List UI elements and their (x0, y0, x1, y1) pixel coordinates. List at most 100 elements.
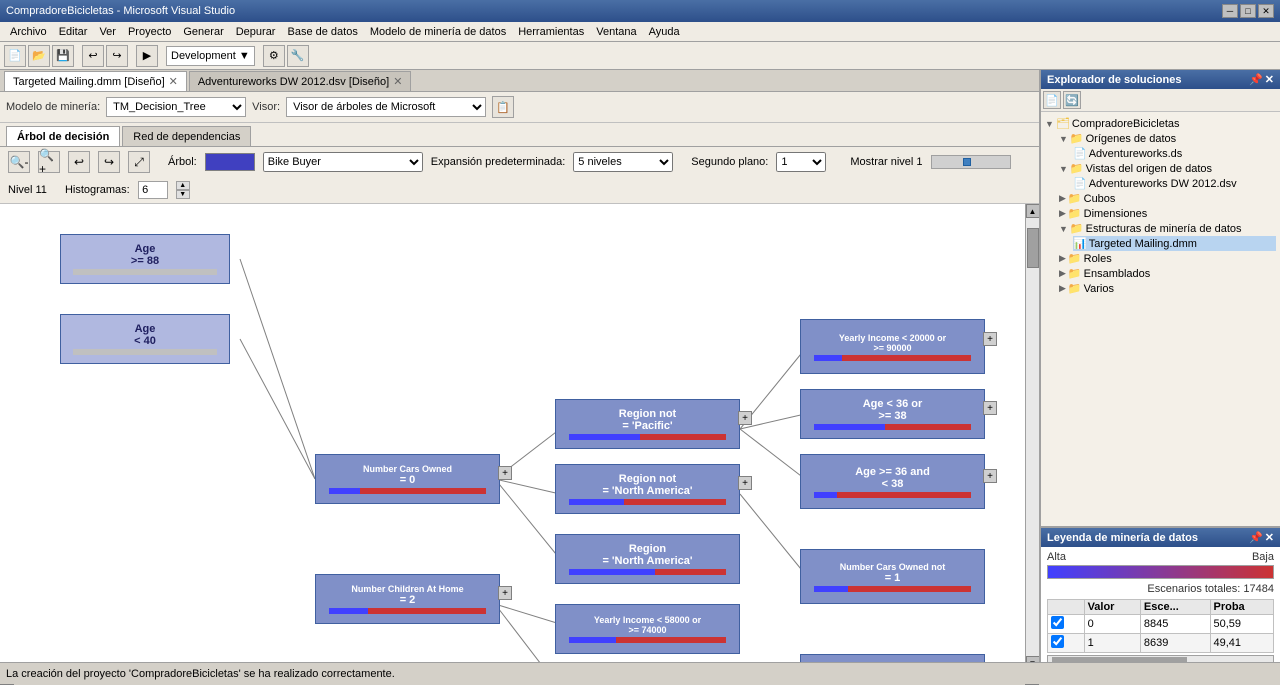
redo-button[interactable]: ↪ (106, 45, 128, 67)
se-cubos[interactable]: ▶ 📁 Cubos (1059, 191, 1276, 206)
se-root[interactable]: ▼ 🗂 CompradoreBicicletas (1045, 116, 1276, 131)
se-adventureworks-dsv[interactable]: 📄 Adventureworks DW 2012.dsv (1073, 176, 1276, 191)
right-panel: Explorador de soluciones 📌 ✕ 📄 🔄 ▼ 🗂 Com… (1040, 70, 1280, 684)
node-age-88[interactable]: Age >= 88 (60, 234, 230, 284)
se-vistas[interactable]: ▼ 📁 Vistas del origen de datos (1059, 161, 1276, 176)
tab-close-adventureworks[interactable]: ✕ (393, 75, 402, 88)
se-ensamblados[interactable]: ▶ 📁 Ensamblados (1059, 266, 1276, 281)
se-header: Explorador de soluciones 📌 ✕ (1041, 70, 1280, 89)
tb-btn1[interactable]: ⚙ (263, 45, 285, 67)
node-yearly-income-top[interactable]: Yearly Income < 20000 or >= 90000 (800, 319, 985, 374)
menu-modelo-mineria[interactable]: Modelo de minería de datos (364, 24, 512, 40)
menu-depurar[interactable]: Depurar (230, 24, 282, 40)
menu-ayuda[interactable]: Ayuda (643, 24, 686, 40)
config-dropdown[interactable]: Development ▼ (166, 46, 255, 66)
scroll-thumb[interactable] (1027, 228, 1039, 268)
undo-button[interactable]: ↩ (82, 45, 104, 67)
legend-close-button[interactable]: ✕ (1265, 531, 1274, 544)
scroll-up-arrow[interactable]: ▲ (1026, 204, 1040, 218)
menu-proyecto[interactable]: Proyecto (122, 24, 177, 40)
close-button[interactable]: ✕ (1258, 4, 1274, 18)
expand-num-children[interactable]: + (498, 586, 512, 600)
subtab-red[interactable]: Red de dependencias (122, 126, 251, 146)
expand-region-north[interactable]: + (738, 476, 752, 490)
tb-btn2[interactable]: 🔧 (287, 45, 309, 67)
se-targeted-mailing[interactable]: 📊 Targeted Mailing.dmm (1073, 236, 1276, 251)
node-region-not-pacific[interactable]: Region not = 'Pacific' (555, 399, 740, 449)
model-toolbar: Modelo de minería: TM_Decision_Tree Viso… (0, 92, 1039, 123)
legend-gradient-bar (1047, 565, 1274, 579)
model-select[interactable]: TM_Decision_Tree (106, 97, 246, 117)
expand-region-pacific[interactable]: + (738, 411, 752, 425)
minimize-button[interactable]: ─ (1222, 4, 1238, 18)
zoom-out-button[interactable]: 🔍- (8, 151, 30, 173)
scroll-track[interactable] (1026, 218, 1039, 656)
legend-pin-button[interactable]: 📌 (1249, 531, 1263, 544)
se-tb-btn1[interactable]: 📄 (1043, 91, 1061, 109)
expand-num-cars-0[interactable]: + (498, 466, 512, 480)
node-yearly-income-58000[interactable]: Yearly Income < 58000 or >= 74000 (555, 604, 740, 654)
node-age-40[interactable]: Age < 40 (60, 314, 230, 364)
solution-explorer: Explorador de soluciones 📌 ✕ 📄 🔄 ▼ 🗂 Com… (1041, 70, 1280, 527)
menu-herramientas[interactable]: Herramientas (512, 24, 590, 40)
nav-fwd[interactable]: ↪ (98, 151, 120, 173)
menu-ventana[interactable]: Ventana (590, 24, 642, 40)
open-button[interactable]: 📂 (28, 45, 50, 67)
show-level-label: Mostrar nivel 1 (850, 156, 922, 168)
se-pin-button[interactable]: 📌 (1249, 73, 1263, 86)
expand-age-36-and[interactable]: + (983, 469, 997, 483)
vertical-scrollbar[interactable]: ▲ ▼ (1025, 204, 1039, 670)
tree-name-select[interactable]: Bike Buyer (263, 152, 423, 172)
menu-generar[interactable]: Generar (177, 24, 229, 40)
save-button[interactable]: 💾 (52, 45, 74, 67)
expansion-select[interactable]: 5 niveles (573, 152, 673, 172)
tab-targeted-mailing[interactable]: Targeted Mailing.dmm [Diseño] ✕ (4, 71, 187, 91)
debug-start[interactable]: ▶ (136, 45, 158, 67)
node-num-cars-owned-0[interactable]: Number Cars Owned = 0 (315, 454, 500, 504)
copy-button[interactable]: 📋 (492, 96, 514, 118)
fit-screen[interactable]: ⤢ (128, 151, 150, 173)
tree-color-box (205, 153, 255, 171)
node-region-not-north-america[interactable]: Region not = 'North America' (555, 464, 740, 514)
zoom-in-button[interactable]: 🔍+ (38, 151, 60, 173)
node-num-children-home-2[interactable]: Number Children At Home = 2 (315, 574, 500, 624)
tab-close-targeted[interactable]: ✕ (169, 75, 178, 88)
hist-stepper[interactable]: ▲ ▼ (176, 181, 190, 199)
legend-check-1[interactable] (1051, 635, 1064, 648)
se-varios[interactable]: ▶ 📁 Varios (1059, 281, 1276, 296)
status-message: La creación del proyecto 'CompradoreBici… (6, 668, 395, 680)
menu-archivo[interactable]: Archivo (4, 24, 53, 40)
se-toolbar: 📄 🔄 (1041, 89, 1280, 112)
menu-ver[interactable]: Ver (93, 24, 122, 40)
legend-row-1: 1 8639 49,41 (1048, 634, 1274, 653)
maximize-button[interactable]: □ (1240, 4, 1256, 18)
se-adventureworks-ds[interactable]: 📄 Adventureworks.ds (1073, 146, 1276, 161)
histogram-input[interactable] (138, 181, 168, 199)
subtab-arbol[interactable]: Árbol de decisión (6, 126, 120, 146)
expand-age-36-38[interactable]: + (983, 401, 997, 415)
se-roles[interactable]: ▶ 📁 Roles (1059, 251, 1276, 266)
node-age-36-and-38[interactable]: Age >= 36 and < 38 (800, 454, 985, 509)
node-num-cars-not-1[interactable]: Number Cars Owned not = 1 (800, 549, 985, 604)
legend-check-0[interactable] (1051, 616, 1064, 629)
node-region-eq-north-america[interactable]: Region = 'North America' (555, 534, 740, 584)
nav-back[interactable]: ↩ (68, 151, 90, 173)
document-tabbar: Targeted Mailing.dmm [Diseño] ✕ Adventur… (0, 70, 1039, 92)
viewer-select[interactable]: Visor de árboles de Microsoft (286, 97, 486, 117)
se-close-button[interactable]: ✕ (1265, 73, 1274, 86)
node-age-36-38[interactable]: Age < 36 or >= 38 (800, 389, 985, 439)
menu-editar[interactable]: Editar (53, 24, 94, 40)
se-tb-btn2[interactable]: 🔄 (1063, 91, 1081, 109)
bg-select[interactable]: 1 (776, 152, 826, 172)
legend-baja-label: Baja (1252, 551, 1274, 563)
level-slider[interactable] (931, 155, 1011, 169)
se-dimensiones[interactable]: ▶ 📁 Dimensiones (1059, 206, 1276, 221)
legend-header: Leyenda de minería de datos 📌 ✕ (1041, 528, 1280, 547)
tree-canvas[interactable]: Age >= 88 Age < 40 (0, 204, 1025, 670)
menu-base-datos[interactable]: Base de datos (281, 24, 363, 40)
se-origenes[interactable]: ▼ 📁 Orígenes de datos (1059, 131, 1276, 146)
expand-yearly-top[interactable]: + (983, 332, 997, 346)
new-button[interactable]: 📄 (4, 45, 26, 67)
tab-adventureworks[interactable]: Adventureworks DW 2012.dsv [Diseño] ✕ (189, 71, 412, 91)
se-estructuras[interactable]: ▼ 📁 Estructuras de minería de datos (1059, 221, 1276, 236)
